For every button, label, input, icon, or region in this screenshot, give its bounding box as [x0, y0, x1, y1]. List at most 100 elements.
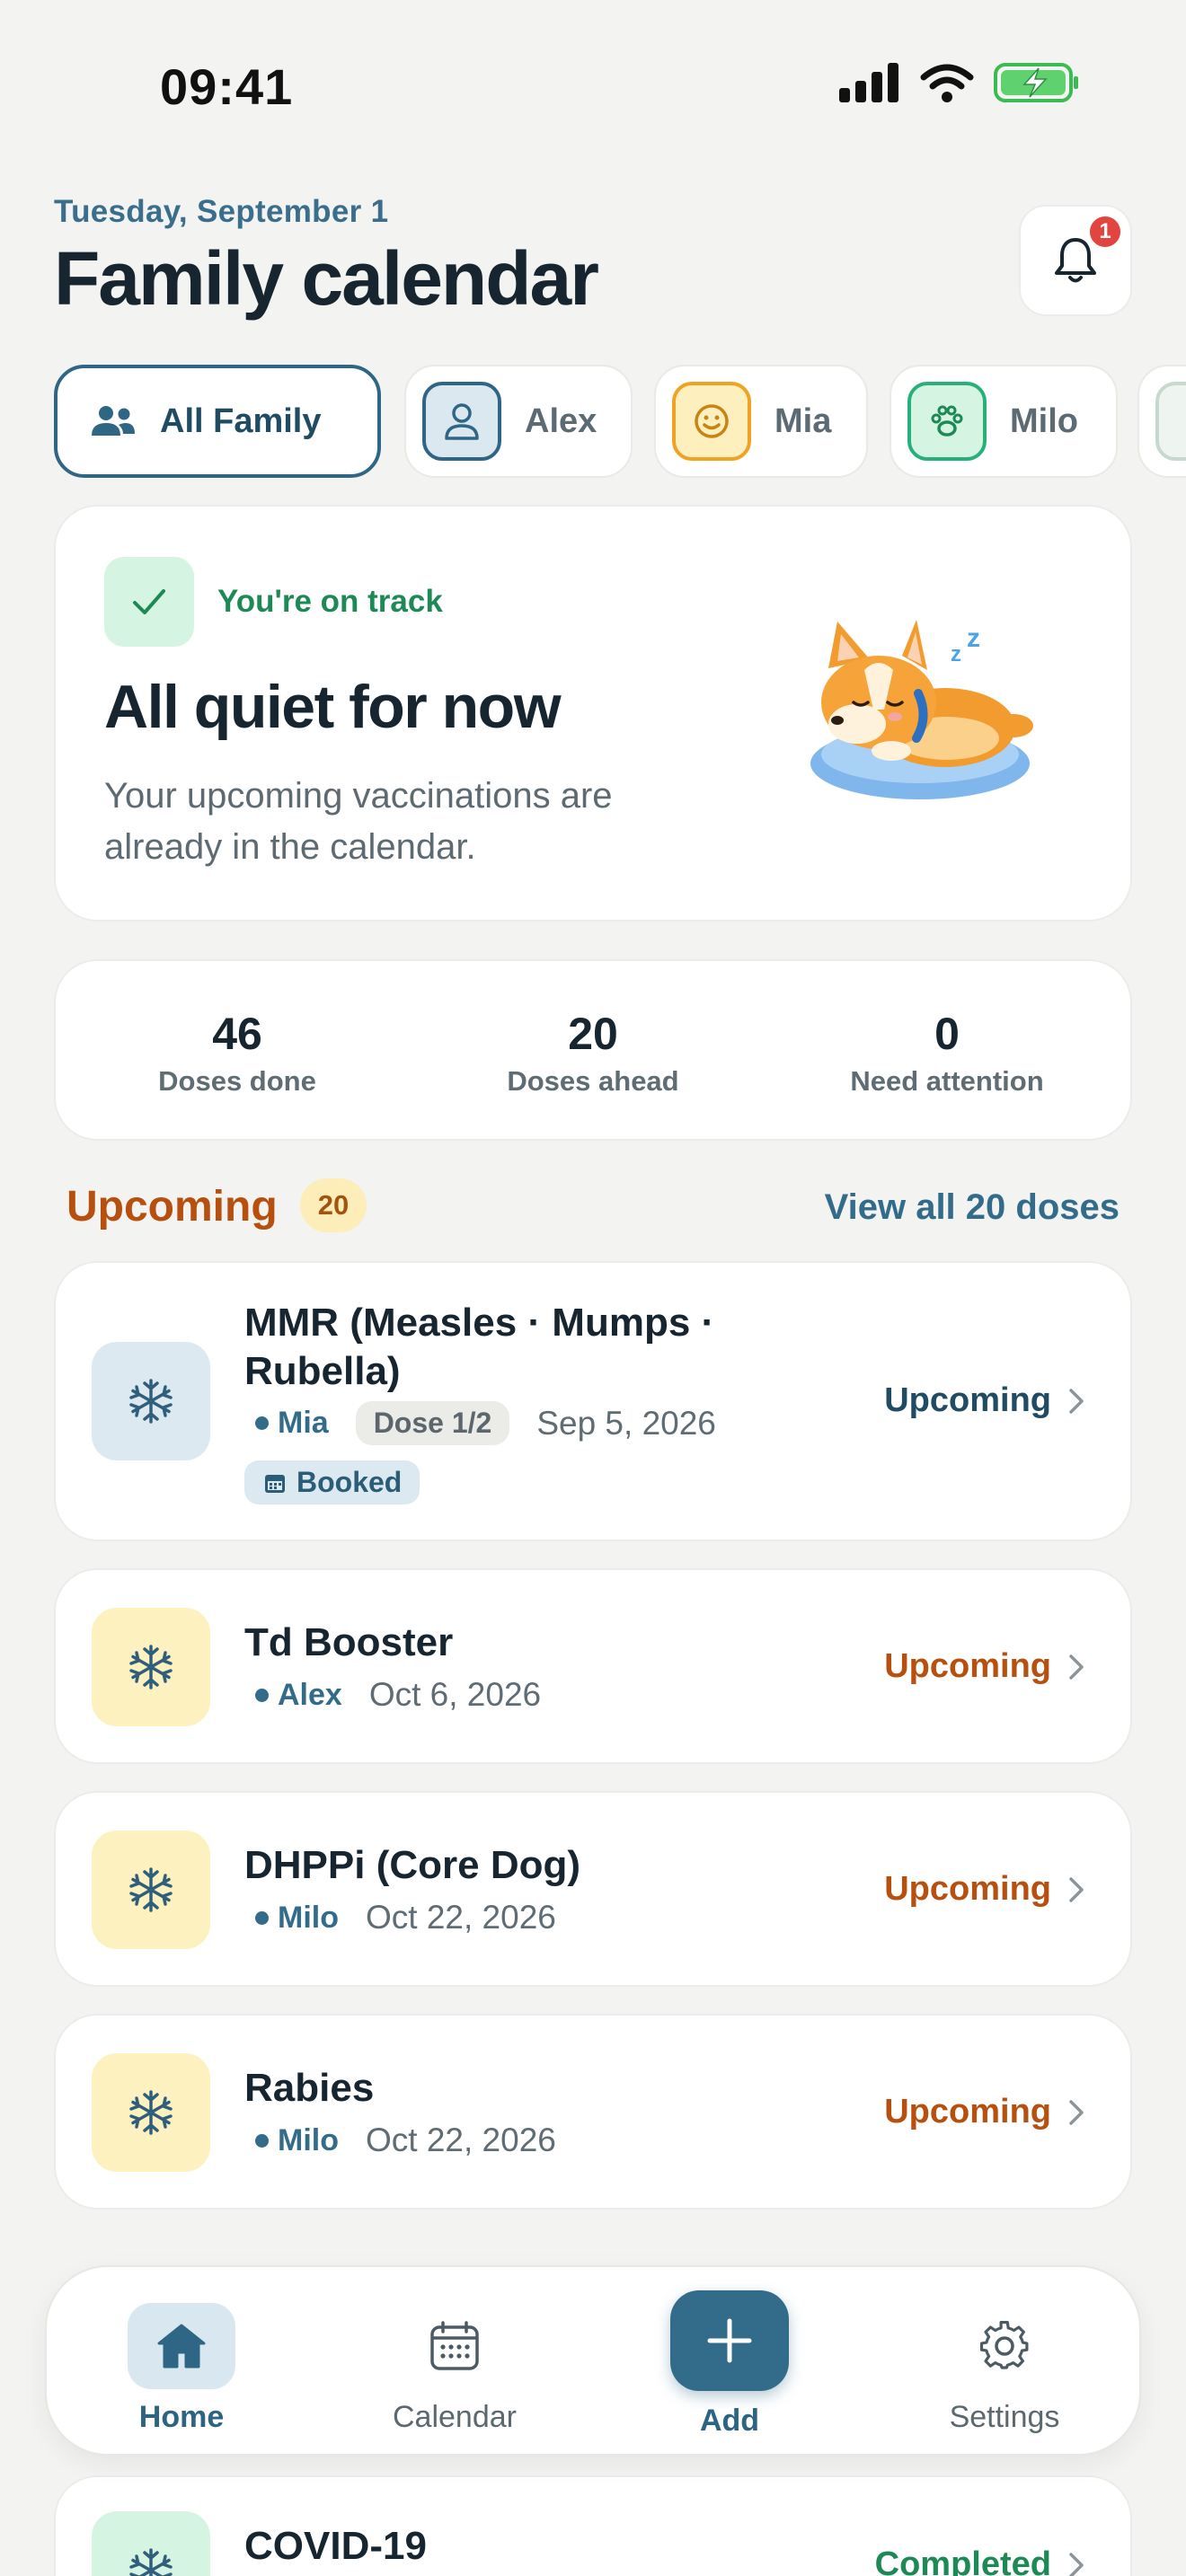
filter-mia[interactable]: Mia	[654, 365, 868, 478]
vaccine-date: Oct 22, 2026	[365, 1899, 556, 1936]
vaccine-icon-container	[92, 1342, 210, 1460]
filter-label: Alex	[525, 401, 597, 440]
filter-label: Milo	[1010, 401, 1078, 440]
home-icon	[157, 2324, 206, 2369]
mia-avatar	[672, 382, 751, 461]
vaccine-icon-container	[92, 1608, 210, 1726]
vaccine-status: Upcoming	[884, 1381, 1085, 1420]
nav-calendar[interactable]: Calendar	[365, 2303, 544, 2435]
vaccine-icon-container	[92, 2511, 210, 2576]
vaccine-meta: Alex Oct 6, 2026	[255, 1676, 541, 1714]
vaccine-name: COVID-19	[244, 2524, 427, 2568]
vaccine-date: Oct 6, 2026	[368, 1676, 542, 1713]
check-icon	[133, 589, 165, 614]
filter-more[interactable]	[1137, 365, 1186, 478]
vaccine-status: Upcoming	[884, 1647, 1085, 1686]
page-title: Family calendar	[54, 236, 599, 321]
stat-value: 0	[934, 1009, 960, 1059]
calendar-icon	[430, 2321, 479, 2370]
snowflake-icon	[129, 1645, 173, 1689]
dose-tag: Dose 1/2	[355, 1401, 510, 1445]
paw-icon	[931, 405, 963, 437]
vaccine-name: Rabies	[244, 2066, 375, 2110]
booked-tag: Booked	[244, 1460, 420, 1504]
vaccine-meta: Milo Oct 22, 2026	[255, 1899, 556, 1936]
milo-avatar	[907, 382, 987, 461]
person-tag: Milo	[255, 1901, 339, 1936]
filter-alex[interactable]: Alex	[404, 365, 633, 478]
nav-add[interactable]: Add	[640, 2290, 819, 2439]
settings-icon-container	[951, 2303, 1058, 2389]
stat-doses-ahead: 20 Doses ahead	[431, 1008, 755, 1098]
nav-settings[interactable]: Settings	[915, 2303, 1094, 2435]
more-avatar	[1155, 382, 1186, 461]
vaccine-date: Oct 22, 2026	[365, 2122, 556, 2158]
calendar-icon-container	[401, 2303, 509, 2389]
stat-label: Doses done	[158, 1065, 316, 1097]
add-button[interactable]	[670, 2290, 789, 2391]
status-title: All quiet for now	[104, 673, 562, 741]
bottom-navigation: Home Calendar Add Settings	[45, 2265, 1141, 2456]
home-icon-container	[128, 2303, 235, 2389]
vaccine-meta: Mia Dose 1/2 Sep 5, 2026	[255, 1401, 716, 1445]
status-icons	[839, 63, 1080, 102]
stat-doses-done: 46 Doses done	[75, 1008, 399, 1098]
person-tag: Alex	[255, 1678, 342, 1713]
person-tag: Mia	[255, 1406, 329, 1441]
snowflake-icon	[129, 1867, 173, 1912]
vaccine-meta: Milo Oct 22, 2026	[255, 2122, 556, 2159]
alex-avatar	[422, 382, 501, 461]
vaccine-name: Td Booster	[244, 1620, 454, 1664]
vaccine-name-line: Rubella)	[244, 1349, 401, 1393]
upcoming-count-badge: 20	[300, 1178, 367, 1232]
plus-icon	[707, 2318, 752, 2363]
upcoming-title: Upcoming	[66, 1183, 278, 1231]
snowflake-icon	[129, 2090, 173, 2135]
vaccine-name: MMR (Measles · Mumps · Rubella)	[244, 1299, 714, 1396]
stat-label: Doses ahead	[507, 1065, 679, 1097]
snowflake-icon	[129, 1379, 173, 1424]
filter-milo[interactable]: Milo	[890, 365, 1118, 478]
nav-label: Home	[138, 2400, 225, 2434]
gear-icon	[979, 2321, 1029, 2369]
vaccine-status: Upcoming	[884, 1870, 1085, 1909]
vaccine-icon-container	[92, 2053, 210, 2172]
signal-icon	[839, 63, 898, 102]
nav-label: Add	[699, 2404, 760, 2438]
status-description: Your upcoming vaccinations are already i…	[104, 776, 613, 867]
vaccine-status: Upcoming	[884, 2093, 1085, 2131]
nav-label: Settings	[949, 2400, 1060, 2434]
chevron-right-icon	[1069, 1876, 1084, 1902]
chevron-right-icon	[1069, 2099, 1084, 2125]
person-tag: Milo	[255, 2123, 339, 2158]
chevron-right-icon	[1069, 2552, 1084, 2576]
calendar-small-icon	[265, 1474, 285, 1493]
notification-badge: 1	[1087, 214, 1123, 250]
filter-label: All Family	[160, 401, 322, 440]
smiley-icon	[695, 404, 729, 438]
battery-charging-icon	[994, 63, 1078, 102]
filter-label: Mia	[774, 401, 832, 440]
stat-label: Need attention	[850, 1065, 1044, 1097]
svg-text:z: z	[967, 623, 980, 653]
vaccine-name: DHPPi (Core Dog)	[244, 1843, 580, 1887]
nav-label: Calendar	[393, 2400, 517, 2434]
on-track-badge	[104, 557, 194, 647]
stat-value: 46	[212, 1009, 262, 1059]
people-icon	[92, 406, 135, 436]
wifi-icon	[920, 64, 974, 102]
on-track-label: You're on track	[217, 584, 443, 619]
view-all-doses-link[interactable]: View all 20 doses	[825, 1187, 1120, 1228]
status-time: 09:41	[160, 58, 294, 115]
chevron-right-icon	[1069, 1388, 1084, 1414]
notifications-button[interactable]: 1	[1019, 205, 1132, 316]
filter-all-family[interactable]: All Family	[54, 365, 381, 478]
stat-value: 20	[568, 1009, 618, 1059]
vaccine-icon-container	[92, 1831, 210, 1949]
nav-home[interactable]: Home	[92, 2303, 271, 2435]
vaccine-name-line: MMR (Measles · Mumps ·	[244, 1301, 715, 1345]
stat-need-attention: 0 Need attention	[785, 1008, 1109, 1098]
sleeping-corgi-illustration: z z	[810, 620, 1033, 799]
svg-text:z: z	[951, 642, 961, 666]
chevron-right-icon	[1069, 1654, 1084, 1680]
